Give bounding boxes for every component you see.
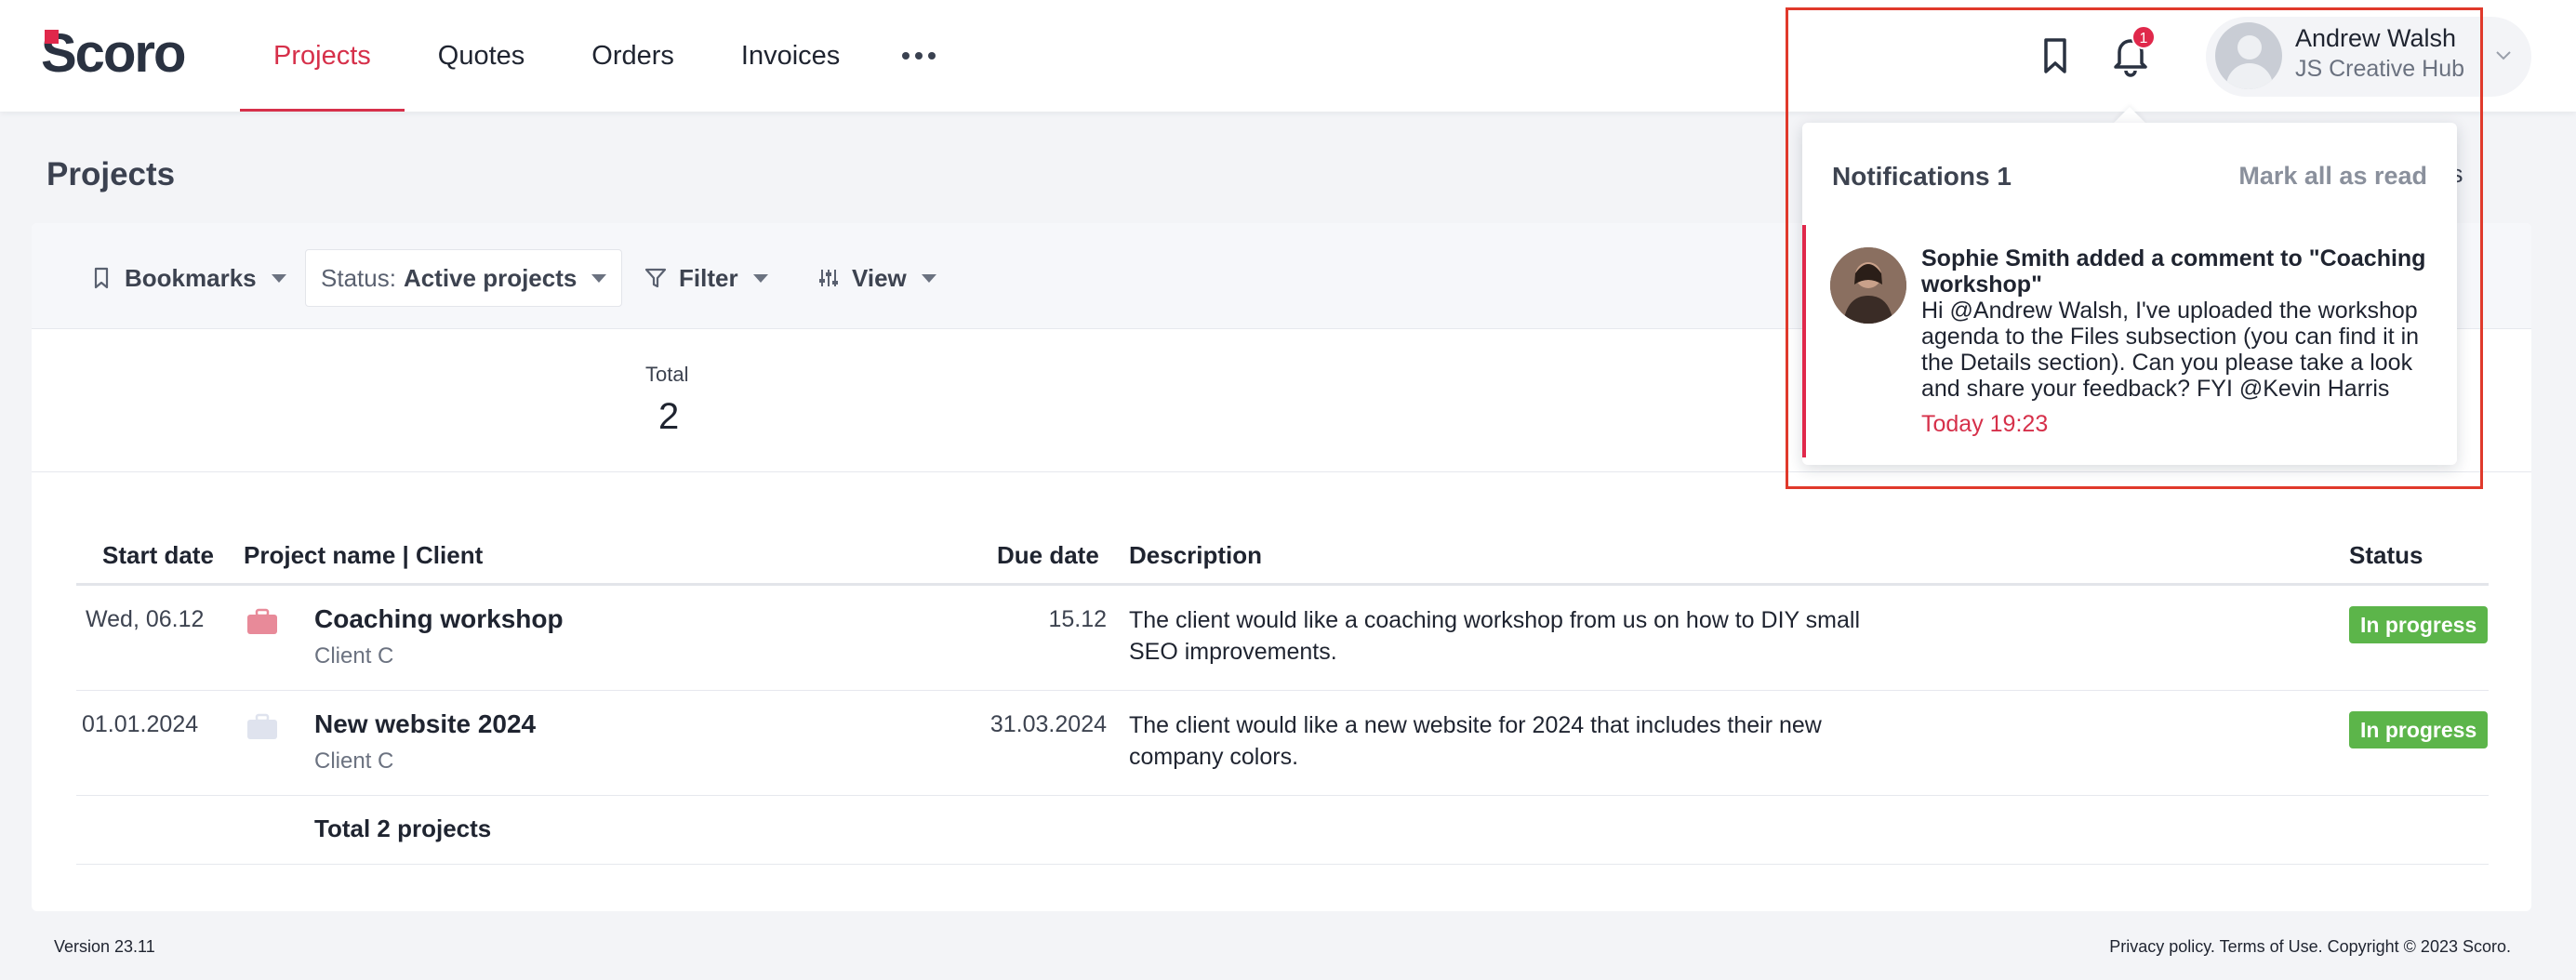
status-value: Active projects: [403, 263, 578, 292]
nav-orders[interactable]: Orders: [558, 0, 708, 112]
total-projects-text: Total 2 projects: [314, 814, 492, 842]
bookmark-icon: [94, 267, 109, 289]
more-dots-icon[interactable]: [873, 0, 964, 112]
client-name: Client C: [314, 748, 394, 774]
filter-label: Filter: [679, 263, 738, 292]
project-name[interactable]: New website 2024: [314, 709, 536, 739]
notification-item[interactable]: Sophie Smith added a comment to "Coachin…: [1802, 225, 2457, 457]
chevron-down-icon: [2496, 51, 2511, 60]
nav-quotes[interactable]: Quotes: [405, 0, 559, 112]
avatar: [1830, 247, 1906, 324]
table-row[interactable]: 01.01.2024 New website 2024 Client C 31.…: [76, 691, 2489, 796]
page-title: Projects: [46, 156, 176, 192]
notification-time: Today 19:23: [1921, 411, 2049, 437]
user-name: Andrew Walsh: [2295, 24, 2457, 52]
view-settings-icon: [819, 270, 838, 286]
due-date: 15.12: [1048, 606, 1107, 632]
top-navigation-bar: Scoro Projects Quotes Orders Invoices 1 …: [0, 0, 2576, 112]
column-description[interactable]: Description: [1129, 541, 1262, 570]
status-filter-dropdown[interactable]: Status: Active projects: [305, 249, 623, 307]
status-badge: In progress: [2349, 606, 2489, 643]
project-name[interactable]: Coaching workshop: [314, 604, 564, 634]
notification-body: Hi @Andrew Walsh, I've uploaded the work…: [1921, 298, 2420, 402]
nav-projects[interactable]: Projects: [240, 0, 405, 112]
notifications-header: Notifications 1: [1832, 162, 2012, 191]
nav-invoices[interactable]: Invoices: [708, 0, 873, 112]
filter-icon: [644, 268, 667, 288]
legal-links[interactable]: Privacy policy. Terms of Use. Copyright …: [2109, 937, 2511, 957]
caret-down-icon: [921, 273, 936, 283]
user-menu[interactable]: Andrew Walsh JS Creative Hub: [2206, 17, 2531, 97]
status-prefix: Status:: [321, 263, 396, 292]
briefcase-icon: [247, 713, 277, 739]
column-status[interactable]: Status: [2349, 541, 2423, 570]
filter-dropdown[interactable]: Filter: [644, 249, 768, 307]
caret-down-icon: [591, 273, 607, 283]
notification-count-badge: 1: [2131, 25, 2156, 49]
status-badge: In progress: [2349, 711, 2489, 748]
mark-all-read-button[interactable]: Mark all as read: [2238, 162, 2427, 191]
logo-text: Scoro: [41, 23, 186, 84]
view-dropdown[interactable]: View: [817, 249, 936, 307]
start-date: Wed, 06.12: [86, 606, 205, 632]
caret-down-icon: [271, 273, 286, 283]
scoro-logo[interactable]: Scoro: [41, 27, 203, 81]
caret-down-icon: [752, 273, 768, 283]
table-row[interactable]: Wed, 06.12 Coaching workshop Client C 15…: [76, 586, 2489, 691]
notification-title: Sophie Smith added a comment to "Coachin…: [1921, 245, 2426, 298]
bookmarks-dropdown[interactable]: Bookmarks: [89, 249, 286, 307]
bookmark-icon[interactable]: [2037, 35, 2074, 76]
column-start-date[interactable]: Start date: [102, 541, 214, 570]
column-project-name[interactable]: Project name | Client: [244, 541, 483, 570]
bookmarks-label: Bookmarks: [125, 263, 257, 292]
client-name: Client C: [314, 643, 394, 669]
description: The client would like a new website for …: [1129, 712, 1822, 770]
notifications-panel: Notifications 1 Mark all as read Sophie …: [1802, 123, 2457, 465]
totals-label: Total: [645, 363, 689, 386]
table-header: Start date Project name | Client Due dat…: [76, 519, 2489, 586]
column-due-date[interactable]: Due date: [997, 541, 1099, 570]
version-text: Version 23.11: [54, 937, 155, 956]
start-date: 01.01.2024: [82, 711, 199, 737]
table-total-row: Total 2 projects: [76, 796, 2489, 865]
description: The client would like a coaching worksho…: [1129, 607, 1861, 665]
briefcase-icon: [247, 608, 277, 634]
main-nav: Projects Quotes Orders Invoices: [240, 0, 964, 112]
due-date: 31.03.2024: [989, 711, 1107, 737]
view-label: View: [852, 263, 907, 292]
avatar: [2215, 22, 2282, 89]
logo-red-square: [45, 30, 59, 44]
user-company: JS Creative Hub: [2295, 56, 2465, 82]
totals-value: 2: [658, 396, 680, 437]
